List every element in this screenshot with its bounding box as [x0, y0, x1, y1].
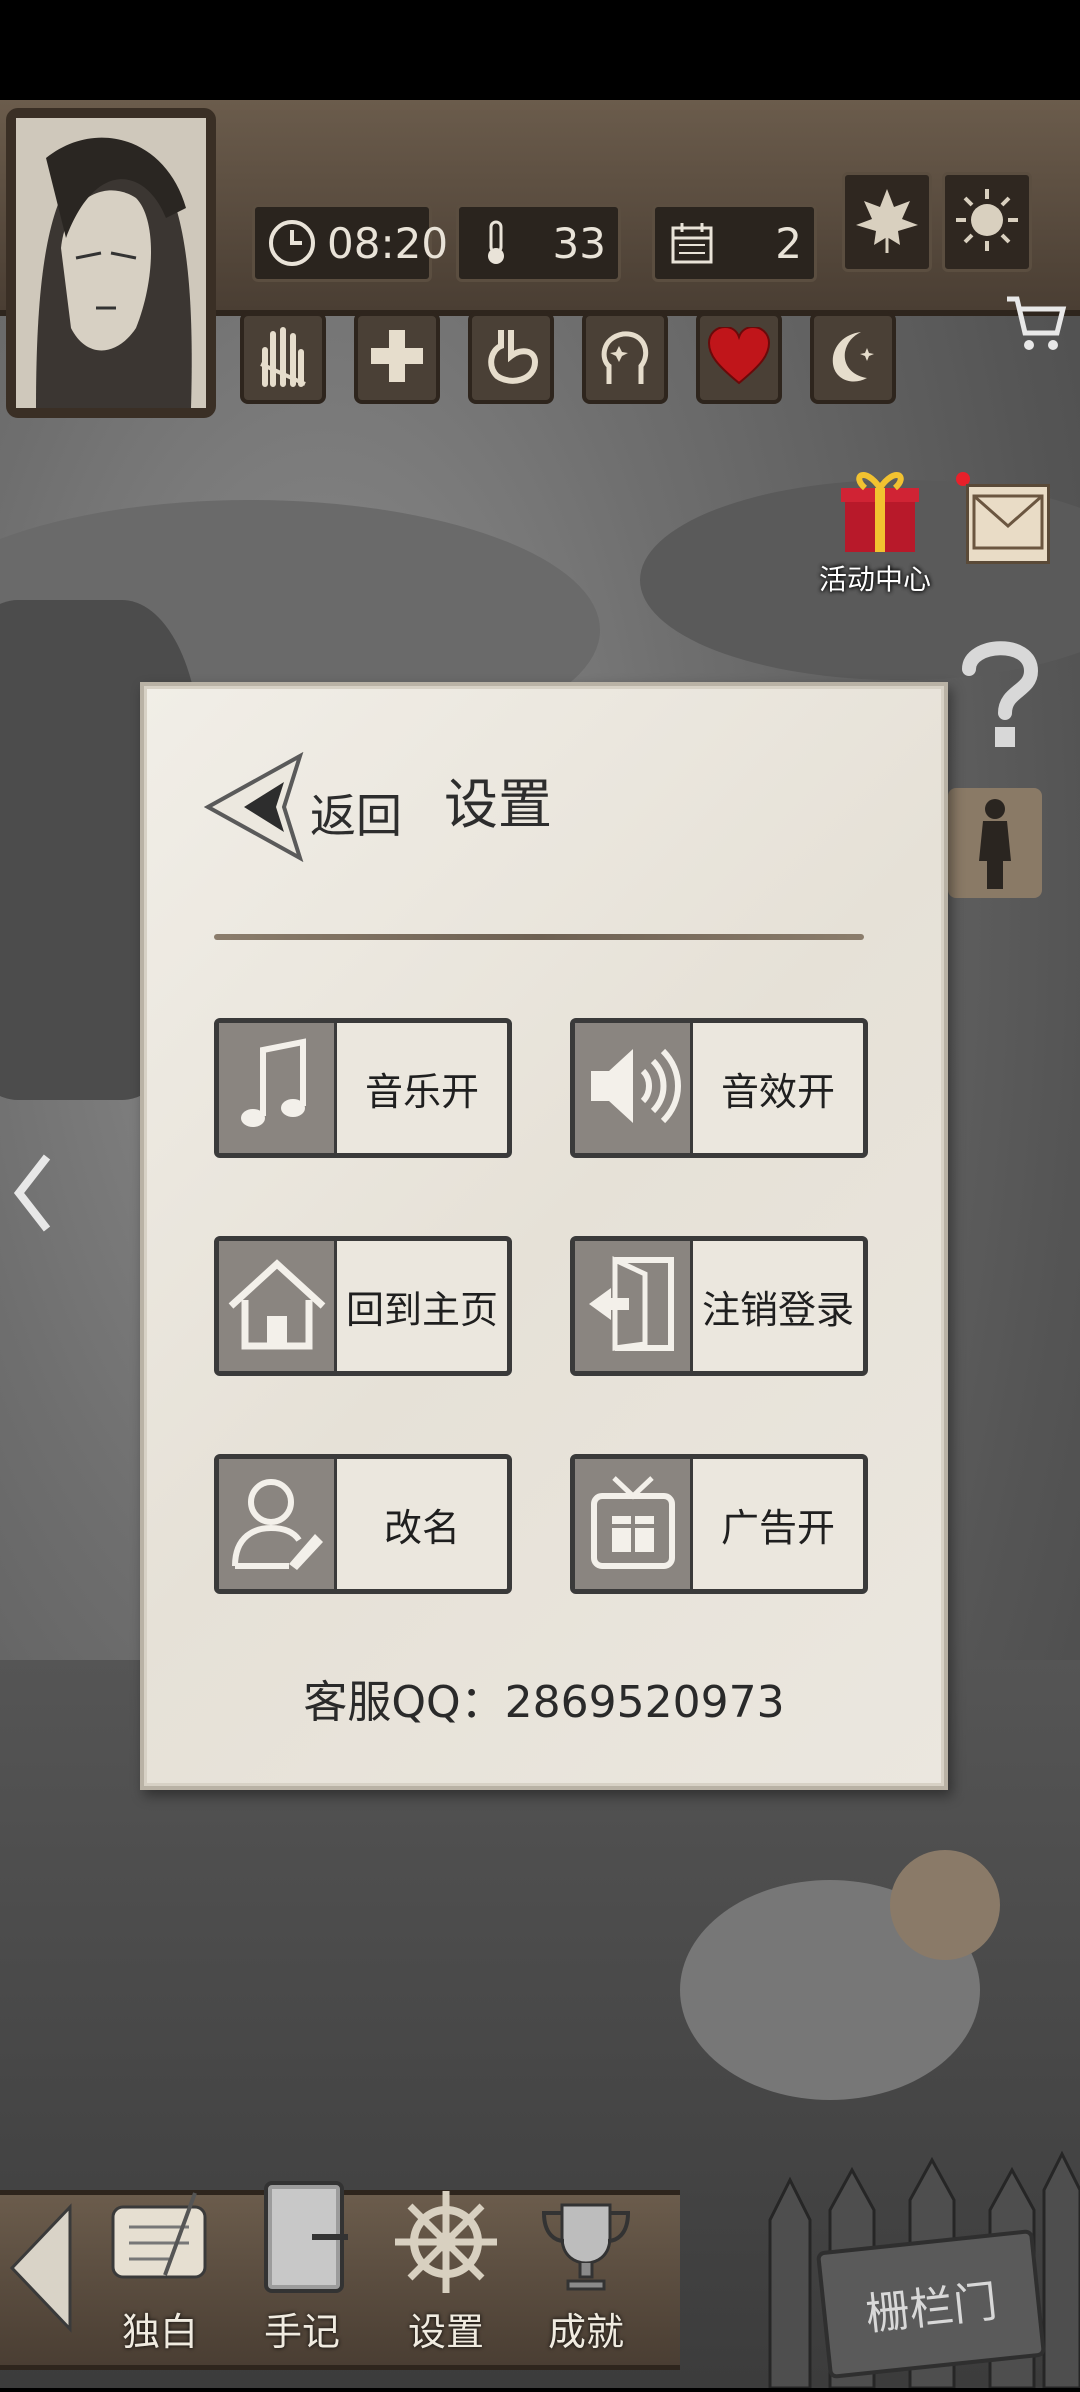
gift-box-icon: [835, 462, 925, 558]
day-value: 2: [775, 218, 802, 268]
plus-cross-icon: [367, 326, 427, 390]
back-button[interactable]: 返回: [203, 751, 402, 873]
back-arrow-icon: [203, 751, 310, 873]
rope-coil: [890, 1850, 1000, 1960]
soldier-silhouette-icon: [965, 791, 1025, 895]
season-button[interactable]: [842, 172, 932, 272]
title-divider: [214, 934, 864, 940]
clock-icon: [267, 218, 317, 268]
heart-status-button[interactable]: [696, 312, 782, 404]
sound-effects-toggle-button[interactable]: 音效开: [570, 1018, 868, 1158]
scroll-quill-icon: [105, 2187, 215, 2301]
sun-icon: [952, 185, 1022, 259]
portrait-face-icon: [16, 118, 206, 408]
triangle-left-icon: [8, 2203, 74, 2337]
thermometer-icon: [471, 218, 521, 268]
back-label: 返回: [310, 788, 402, 843]
envelope-icon: [972, 494, 1044, 554]
fence-gate-sign[interactable]: 栅栏门: [815, 2228, 1047, 2380]
activity-center-label: 活动中心: [818, 563, 931, 596]
nav-monologue-label: 独白: [121, 2310, 198, 2354]
character-figure-button[interactable]: [948, 788, 1042, 898]
fence-gate-label: 栅栏门: [863, 2276, 1000, 2341]
hand-status-button[interactable]: [240, 312, 326, 404]
music-toggle-label: 音乐开: [364, 1069, 479, 1114]
temperature-value: 33: [552, 218, 606, 268]
temperature-display: 33: [456, 204, 621, 282]
calendar-icon: [667, 218, 717, 268]
moon-icon: [823, 326, 883, 390]
clock-display: 08:20: [252, 204, 448, 282]
music-note-icon: [237, 1036, 317, 1140]
hand-icon: [253, 324, 313, 392]
nav-settings-label: 设置: [407, 2310, 484, 2354]
mind-status-button[interactable]: [582, 312, 668, 404]
rename-label: 改名: [383, 1505, 460, 1550]
character-portrait[interactable]: [6, 108, 216, 418]
nav-journal[interactable]: 手记: [242, 2180, 362, 2360]
settings-dialog: 返回 设置 音乐开 音效开 回到主页 注销登录 改名 广告开 客服QQ：2869…: [140, 682, 948, 1790]
user-edit-icon: [229, 1472, 325, 1576]
nav-journal-label: 手记: [263, 2310, 340, 2354]
shopping-cart-icon: [1003, 293, 1067, 357]
nav-achievements[interactable]: 成就: [526, 2180, 646, 2360]
logout-door-icon: [585, 1254, 681, 1358]
help-button[interactable]: [950, 630, 1050, 760]
return-home-label: 回到主页: [345, 1287, 498, 1332]
speaker-icon: [585, 1041, 681, 1135]
heart-icon: [707, 325, 771, 389]
logout-button[interactable]: 注销登录: [570, 1236, 868, 1376]
sound-effects-toggle-label: 音效开: [720, 1069, 835, 1114]
maple-leaf-icon: [852, 185, 922, 259]
tv-gift-icon: [588, 1472, 678, 1576]
ads-toggle-label: 广告开: [720, 1505, 835, 1550]
ship-wheel-icon: [391, 2187, 501, 2301]
rename-button[interactable]: 改名: [214, 1454, 512, 1594]
customer-service-qq: 客服QQ：2869520973: [303, 1677, 785, 1728]
chevron-left-icon: [13, 1153, 53, 1237]
stomach-icon: [481, 326, 541, 390]
sleep-status-button[interactable]: [810, 312, 896, 404]
ads-toggle-button[interactable]: 广告开: [570, 1454, 868, 1594]
bottom-back-button[interactable]: [6, 2200, 76, 2340]
activity-center-button[interactable]: [830, 460, 930, 560]
shop-button[interactable]: [1000, 290, 1070, 360]
question-mark-icon: [955, 633, 1045, 757]
health-status-button[interactable]: [354, 312, 440, 404]
home-icon: [227, 1256, 327, 1356]
logout-label: 注销登录: [701, 1287, 854, 1332]
trophy-icon: [536, 2197, 636, 2301]
notebook-icon: [252, 2177, 352, 2301]
return-home-button[interactable]: 回到主页: [214, 1236, 512, 1376]
weather-button[interactable]: [942, 172, 1032, 272]
mail-button[interactable]: [966, 484, 1050, 564]
dialog-title: 设置: [444, 773, 552, 836]
left-arrow-button[interactable]: [8, 1150, 58, 1240]
head-sparkle-icon: [595, 326, 655, 390]
hunger-status-button[interactable]: [468, 312, 554, 404]
nav-achievements-label: 成就: [547, 2310, 624, 2354]
time-value: 08:20: [327, 218, 449, 268]
nav-settings[interactable]: 设置: [386, 2180, 506, 2360]
nav-monologue[interactable]: 独白: [100, 2180, 220, 2360]
day-display: 2: [652, 204, 817, 282]
music-toggle-button[interactable]: 音乐开: [214, 1018, 512, 1158]
